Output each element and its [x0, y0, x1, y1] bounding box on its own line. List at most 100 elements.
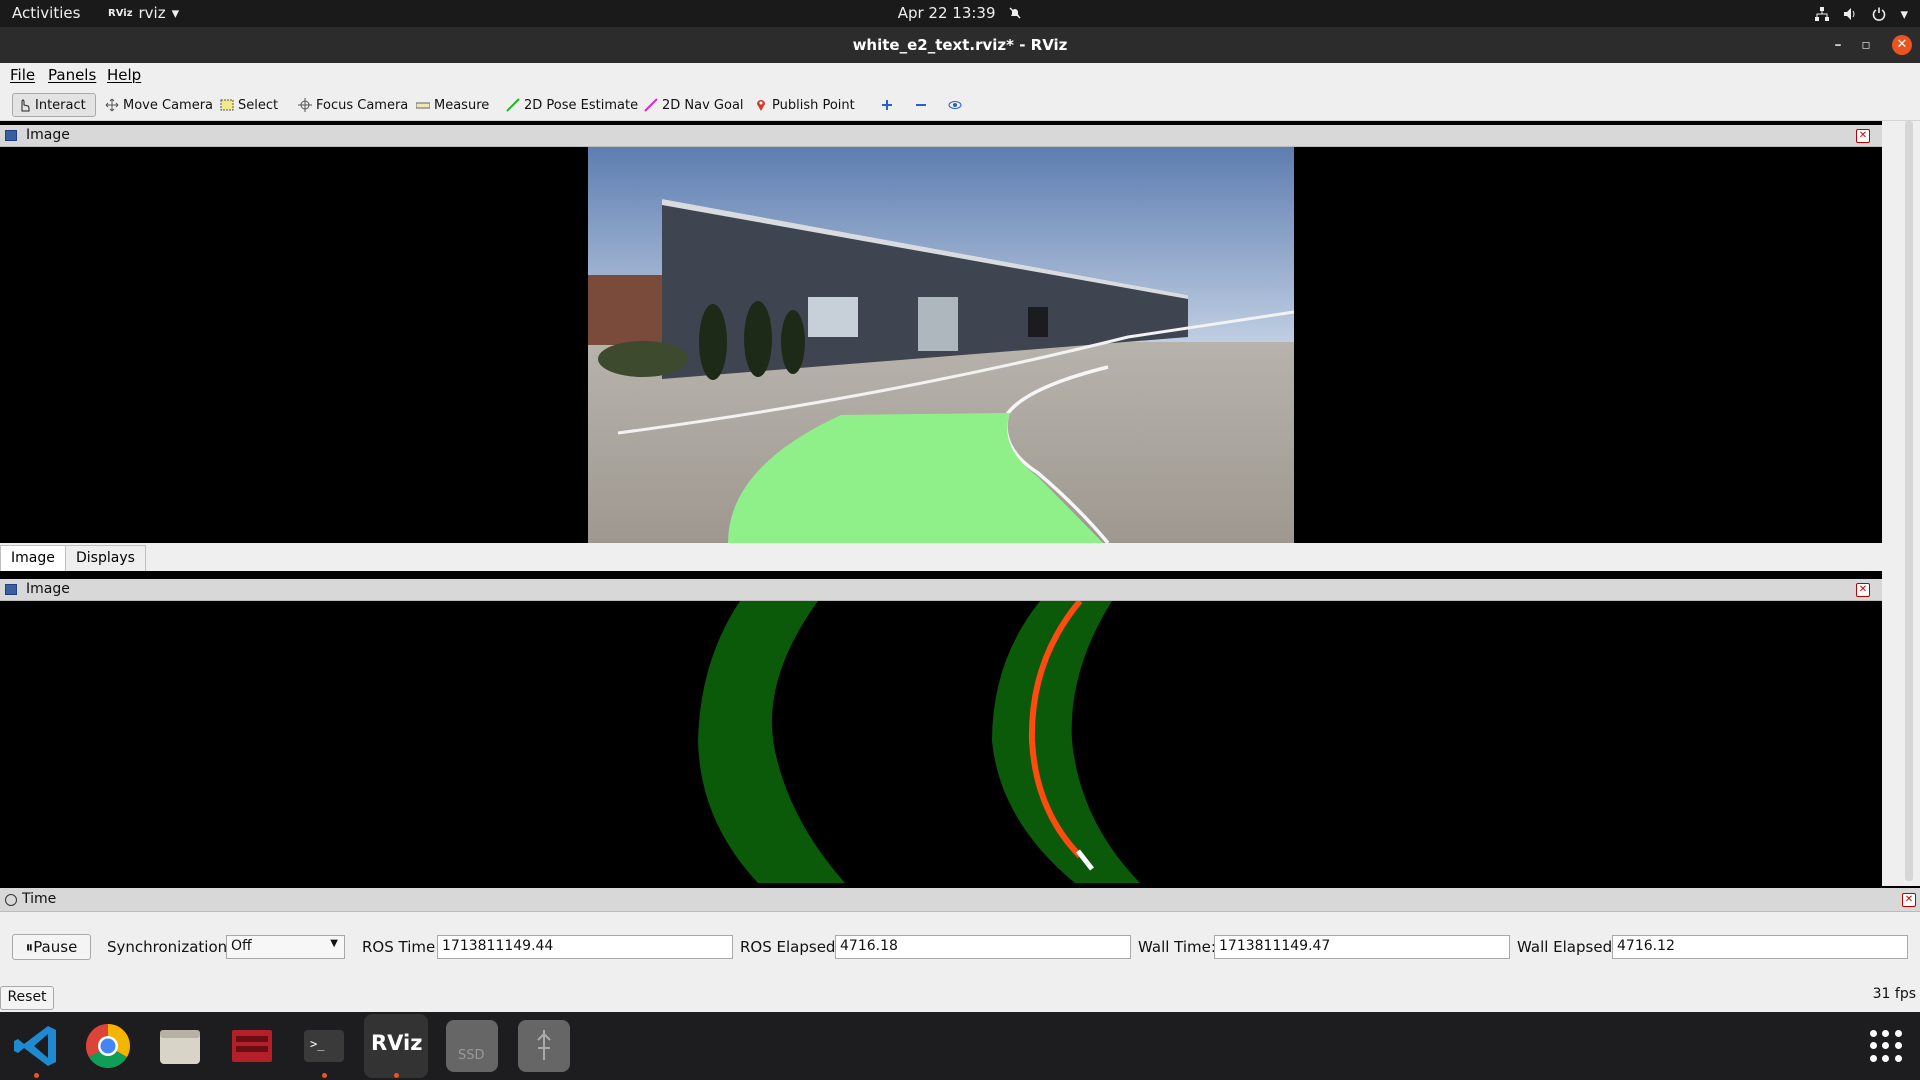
ros-time-label: ROS Time:	[362, 938, 441, 956]
lane-mask-view[interactable]	[0, 601, 1882, 883]
eye-icon	[948, 101, 962, 109]
select-rectangle-icon	[220, 99, 234, 111]
lane-mask-image	[698, 601, 1140, 883]
panel-close-icon[interactable]: ✕	[1856, 129, 1870, 143]
menu-bar: File Panels Help	[0, 63, 1920, 87]
tool-2d-pose-estimate[interactable]: 2D Pose Estimate	[502, 93, 642, 117]
sync-label: Synchronization:	[107, 938, 233, 956]
clock[interactable]: Apr 22 13:39	[0, 4, 1920, 22]
gnome-top-bar: Activities RViz rviz ▾ Apr 22 13:39 ▾	[0, 0, 1920, 27]
network-icon	[1815, 7, 1830, 21]
running-indicator	[322, 1073, 327, 1078]
menu-help[interactable]: Help	[107, 66, 141, 84]
time-panel: ⏸Pause Synchronization: Off ▼ ROS Time: …	[0, 912, 1920, 1012]
tab-displays[interactable]: Displays	[66, 545, 146, 571]
move-arrows-icon	[105, 98, 119, 112]
ssd-label: SSD	[458, 1048, 485, 1063]
minus-icon	[916, 104, 926, 106]
dock: >_ RViz SSD	[0, 1012, 1920, 1080]
menu-panels[interactable]: Panels	[48, 66, 96, 84]
maximize-button[interactable]: ▫	[1856, 35, 1876, 55]
panel-title: Image	[26, 127, 70, 143]
tool-select[interactable]: Select	[216, 93, 282, 117]
focus-crosshair-icon	[298, 98, 312, 112]
tool-measure[interactable]: Measure	[412, 93, 493, 117]
menu-file[interactable]: File	[10, 66, 35, 84]
tab-image[interactable]: Image	[0, 545, 66, 571]
remove-tool-button[interactable]	[910, 93, 932, 117]
ros-elapsed-label: ROS Elapsed:	[740, 938, 841, 956]
rviz-icon[interactable]: RViz	[364, 1014, 428, 1078]
minimize-button[interactable]: –	[1828, 35, 1848, 55]
tool-label: Select	[238, 97, 279, 113]
svg-text:>_: >_	[310, 1037, 325, 1051]
rviz-dock-label: RViz	[371, 1031, 423, 1055]
image-panel-header-bottom[interactable]: Image ✕	[0, 579, 1882, 601]
system-tray[interactable]: ▾	[1815, 5, 1908, 23]
pink-arrow-icon	[644, 98, 658, 112]
right-dock-splitter	[1882, 121, 1920, 886]
wall-elapsed-field[interactable]: 4716.12	[1612, 935, 1908, 959]
terminal-red-icon[interactable]	[226, 1020, 278, 1072]
usb-drive-icon[interactable]	[518, 1020, 570, 1072]
tool-visibility-button[interactable]	[944, 93, 966, 117]
chevron-down-icon: ▼	[330, 938, 338, 949]
tool-label: Measure	[434, 97, 490, 113]
panel-close-icon[interactable]: ✕	[1902, 893, 1916, 907]
pause-label: Pause	[33, 938, 78, 956]
image-panel-header-top[interactable]: Image ✕	[0, 125, 1882, 147]
tool-label: 2D Pose Estimate	[524, 97, 639, 113]
tab-bar: Image Displays	[0, 543, 1882, 571]
ros-time-field[interactable]: 1713811149.44	[437, 935, 733, 959]
time-panel-header[interactable]: Time ✕	[0, 888, 1920, 912]
chrome-icon[interactable]	[82, 1020, 134, 1072]
clock-icon	[5, 894, 17, 906]
ros-elapsed-field[interactable]: 4716.18	[835, 935, 1131, 959]
image-icon	[5, 130, 17, 141]
wall-time-label: Wall Time:	[1138, 938, 1216, 956]
tool-label: Focus Camera	[316, 97, 409, 113]
close-button[interactable]: ✕	[1892, 35, 1912, 55]
sync-value: Off	[231, 938, 252, 954]
reset-button[interactable]: Reset	[0, 986, 54, 1010]
tool-bar: Interact Move Camera Select Focus Camera…	[0, 87, 1920, 121]
running-indicator	[394, 1073, 399, 1078]
window-title: white_e2_text.rviz* - RViz	[852, 36, 1068, 54]
ssd-drive-icon[interactable]: SSD	[446, 1020, 498, 1072]
tool-label: Publish Point	[772, 97, 855, 113]
vscode-icon[interactable]	[10, 1020, 62, 1078]
power-icon	[1873, 7, 1886, 21]
tool-label: 2D Nav Goal	[662, 97, 744, 113]
running-indicator	[34, 1073, 39, 1078]
green-arrow-icon	[506, 98, 520, 112]
camera-image	[588, 147, 1294, 543]
wall-time-field[interactable]: 1713811149.47	[1214, 935, 1510, 959]
tool-publish-point[interactable]: Publish Point	[750, 93, 859, 117]
tool-move-camera[interactable]: Move Camera	[101, 93, 217, 117]
tool-2d-nav-goal[interactable]: 2D Nav Goal	[640, 93, 748, 117]
chevron-down-icon: ▾	[1900, 5, 1908, 23]
terminal-icon[interactable]: >_	[298, 1020, 350, 1078]
tool-interact[interactable]: Interact	[12, 93, 96, 117]
add-tool-button[interactable]	[876, 93, 898, 117]
tool-focus-camera[interactable]: Focus Camera	[294, 93, 412, 117]
volume-icon	[1844, 8, 1855, 20]
show-applications-icon[interactable]	[1870, 1030, 1902, 1062]
camera-image-view[interactable]	[0, 147, 1882, 543]
fps-label: 31 fps	[1872, 986, 1916, 1002]
wall-elapsed-label: Wall Elapsed:	[1517, 938, 1618, 956]
files-icon[interactable]	[154, 1020, 206, 1072]
window-titlebar[interactable]: white_e2_text.rviz* - RViz – ▫ ✕	[0, 27, 1920, 63]
image-icon	[5, 584, 17, 595]
notifications-off-icon	[1009, 7, 1021, 19]
clock-text: Apr 22 13:39	[897, 4, 996, 22]
panel-title: Image	[26, 581, 70, 597]
tool-label: Interact	[35, 97, 86, 113]
hand-pointer-icon	[21, 99, 30, 112]
scrollbar[interactable]	[1905, 121, 1913, 881]
panel-close-icon[interactable]: ✕	[1856, 583, 1870, 597]
plus-icon	[882, 100, 892, 110]
sync-select[interactable]: Off ▼	[226, 935, 345, 959]
pause-button[interactable]: ⏸Pause	[12, 934, 91, 960]
ruler-icon	[416, 102, 430, 109]
